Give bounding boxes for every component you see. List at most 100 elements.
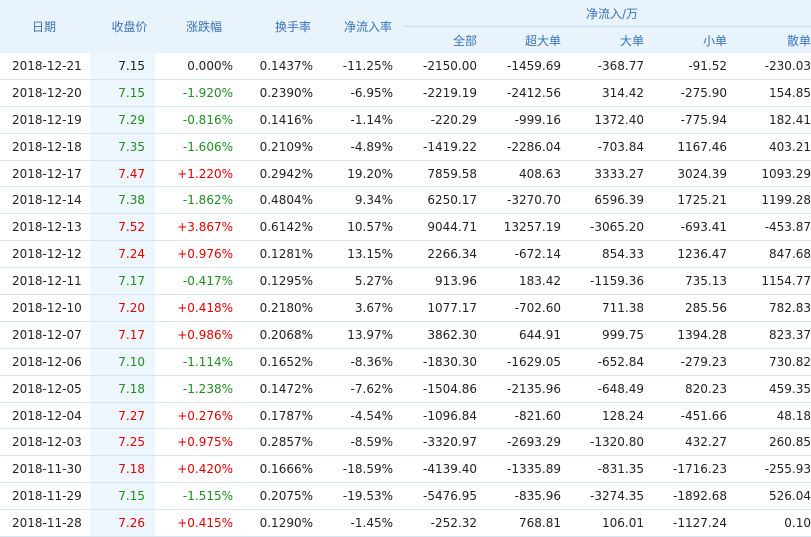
header-change-label: 涨跌幅 [185,20,222,34]
row-date: 2018-12-17 [0,160,90,188]
row-retail: 526.04 [737,482,811,511]
table-row[interactable]: 2018-12-05 7.18 -1.238% 0.1472% -7.62% -1504.… [0,375,811,403]
row-turnover: 0.1666% [243,455,323,484]
row-date: 2018-12-18 [0,133,90,161]
table-row[interactable]: 2018-12-11 7.17 -0.417% 0.1295% 5.27% 913.96 1… [0,267,811,296]
row-change: +0.975% [155,428,243,457]
row-total: -5476.95 [403,482,487,511]
row-turnover: 0.1416% [243,106,323,134]
row-large: -3065.20 [571,213,654,242]
header-super-large[interactable]: 超大单 [487,26,571,53]
row-date: 2018-12-13 [0,213,90,242]
row-large: 854.33 [571,240,654,269]
row-retail: 847.68 [737,240,811,269]
table-row[interactable]: 2018-11-29 7.15 -1.515% 0.2075% -19.53% -5476… [0,482,811,511]
row-close: 7.47 [90,160,155,188]
row-date: 2018-12-19 [0,106,90,134]
row-large: -1159.36 [571,267,654,296]
row-turnover: 0.2857% [243,428,323,457]
row-super-large: 183.42 [487,267,571,296]
header-change[interactable]: 涨跌幅 [155,0,243,53]
row-close: 7.18 [90,375,155,403]
row-close: 7.15 [90,482,155,511]
header-turnover[interactable]: 换手率 [243,0,323,53]
row-retail: -453.87 [737,213,811,242]
table-row[interactable]: 2018-11-28 7.26 +0.415% 0.1290% -1.45% -252.3… [0,509,811,537]
row-small: -451.66 [654,402,737,430]
row-turnover: 0.1281% [243,240,323,269]
row-small: 1394.28 [654,321,737,349]
row-close: 7.18 [90,455,155,484]
table-row[interactable]: 2018-12-14 7.38 -1.862% 0.4804% 9.34% 6250.17… [0,186,811,215]
row-small: 735.13 [654,267,737,296]
row-large: -648.49 [571,375,654,403]
header-small[interactable]: 小单 [654,26,737,53]
row-net-inflow-rate: -18.59% [323,455,403,484]
table-row[interactable]: 2018-12-19 7.29 -0.816% 0.1416% -1.14% -220.2… [0,106,811,134]
table-row[interactable]: 2018-12-10 7.20 +0.418% 0.2180% 3.67% 1077.17… [0,294,811,322]
row-turnover: 0.1437% [243,53,323,80]
row-change: -1.920% [155,79,243,107]
row-turnover: 0.2390% [243,79,323,107]
table-row[interactable]: 2018-12-07 7.17 +0.986% 0.2068% 13.97% 3862.3… [0,321,811,349]
row-date: 2018-12-07 [0,321,90,349]
row-total: 7859.58 [403,160,487,188]
row-large: -3274.35 [571,482,654,511]
row-total: 3862.30 [403,321,487,349]
row-turnover: 0.1290% [243,509,323,537]
row-net-inflow-rate: 3.67% [323,294,403,322]
row-net-inflow-rate: 5.27% [323,267,403,296]
table-row[interactable]: 2018-12-20 7.15 -1.920% 0.2390% -6.95% -2219.… [0,79,811,107]
row-total: -1830.30 [403,348,487,376]
row-small: 1725.21 [654,186,737,215]
table-row[interactable]: 2018-12-18 7.35 -1.606% 0.2109% -4.89% -1419.… [0,133,811,161]
header-total[interactable]: 全部 [403,26,487,53]
table-row[interactable]: 2018-12-13 7.52 +3.867% 0.6142% 10.57% 9044.7… [0,213,811,242]
table-row[interactable]: 2018-12-03 7.25 +0.975% 0.2857% -8.59% -3320.… [0,428,811,457]
row-net-inflow-rate: 19.20% [323,160,403,188]
row-retail: 403.21 [737,133,811,161]
row-retail: 0.10 [737,509,811,537]
row-large: 314.42 [571,79,654,107]
row-super-large: -2135.96 [487,375,571,403]
header-total-label: 全部 [452,33,477,48]
row-close: 7.17 [90,321,155,349]
header-date[interactable]: 日期 [0,0,90,53]
row-retail: -230.03 [737,53,811,80]
row-total: -220.29 [403,106,487,134]
table-body: 2018-12-21 7.15 0.000% 0.1437% -11.25% -2150.… [0,53,811,537]
table-row[interactable]: 2018-12-04 7.27 +0.276% 0.1787% -4.54% -1096.… [0,402,811,430]
row-total: -3320.97 [403,428,487,457]
row-super-large: -2412.56 [487,79,571,107]
row-close: 7.35 [90,133,155,161]
header-small-label: 小单 [702,33,727,48]
row-retail: 1154.77 [737,267,811,296]
row-turnover: 0.2180% [243,294,323,322]
row-date: 2018-12-21 [0,53,90,80]
row-change: +0.420% [155,455,243,484]
row-super-large: -1629.05 [487,348,571,376]
header-large[interactable]: 大单 [571,26,654,53]
row-net-inflow-rate: -6.95% [323,79,403,107]
row-date: 2018-11-29 [0,482,90,511]
row-small: -1127.24 [654,509,737,537]
row-change: -0.417% [155,267,243,296]
table-row[interactable]: 2018-11-30 7.18 +0.420% 0.1666% -18.59% -4139… [0,455,811,484]
row-large: 1372.40 [571,106,654,134]
row-change: -1.862% [155,186,243,215]
table-row[interactable]: 2018-12-17 7.47 +1.220% 0.2942% 19.20% 7859.5… [0,160,811,188]
header-net-inflow-rate[interactable]: 净流入率 [323,0,403,53]
header-date-label: 日期 [32,20,57,34]
row-large: -703.84 [571,133,654,161]
row-total: -1096.84 [403,402,487,430]
table-row[interactable]: 2018-12-12 7.24 +0.976% 0.1281% 13.15% 2266.3… [0,240,811,269]
table-row[interactable]: 2018-12-06 7.10 -1.114% 0.1652% -8.36% -1830.… [0,348,811,376]
header-retail[interactable]: 散单 [737,26,811,53]
row-large: 6596.39 [571,186,654,215]
header-close[interactable]: 🡣 收盘价 [90,0,155,53]
row-net-inflow-rate: 9.34% [323,186,403,215]
row-small: -1892.68 [654,482,737,511]
row-close: 7.27 [90,402,155,430]
table-row[interactable]: 2018-12-21 7.15 0.000% 0.1437% -11.25% -2150.… [0,53,811,80]
row-date: 2018-12-04 [0,402,90,430]
